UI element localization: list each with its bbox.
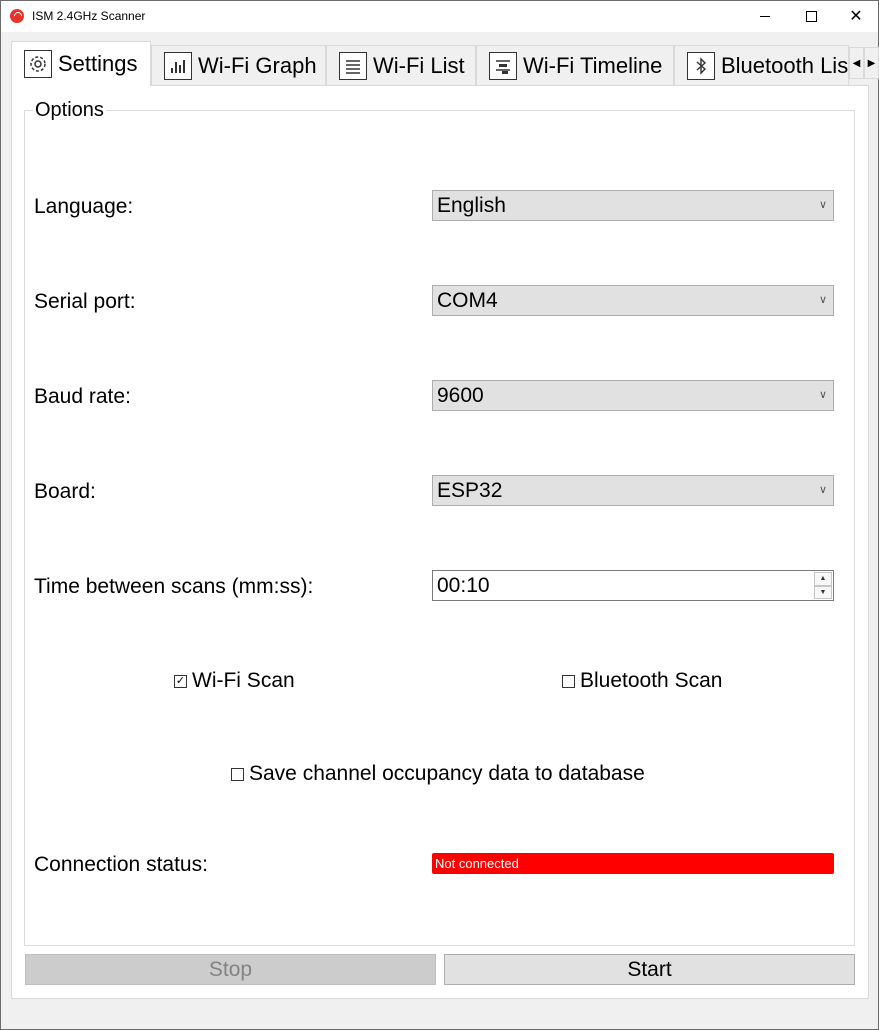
app-window: ISM 2.4GHz Scanner ✕ Settings Wi-Fi Grap… [0, 0, 879, 1030]
tab-label: Wi-Fi Graph [198, 52, 317, 78]
spin-down-button[interactable]: ▼ [814, 585, 832, 599]
chevron-down-icon: ∨ [818, 484, 827, 496]
tab-wifi-graph[interactable]: Wi-Fi Graph [151, 45, 326, 85]
stop-button[interactable]: Stop [25, 954, 436, 985]
tab-scroll-right-button[interactable]: ▶ [864, 47, 879, 79]
board-label: Board: [34, 480, 96, 503]
chevron-down-icon: ∨ [818, 389, 827, 401]
language-label: Language: [34, 195, 134, 218]
board-select[interactable]: ESP32 ∨ [432, 475, 834, 506]
close-icon: ✕ [849, 7, 863, 25]
checkbox-box [562, 674, 575, 688]
title-bar: ISM 2.4GHz Scanner ✕ [1, 1, 878, 32]
bluetooth-scan-label: Bluetooth Scan [580, 669, 723, 692]
chevron-down-icon: ∨ [818, 294, 827, 306]
baud-rate-value: 9600 [437, 384, 484, 407]
settings-panel: Options Language: English ∨ Serial port:… [11, 85, 869, 999]
wifi-scan-label: Wi-Fi Scan [192, 669, 295, 692]
board-value: ESP32 [437, 479, 503, 502]
bar-chart-icon [164, 51, 192, 80]
baud-rate-label: Baud rate: [34, 385, 131, 408]
tab-bluetooth-list[interactable]: Bluetooth Lis [674, 45, 849, 85]
minimize-button[interactable] [742, 1, 788, 32]
tab-label: Bluetooth Lis [721, 52, 849, 78]
options-group: Options [24, 99, 855, 946]
tab-strip: Settings Wi-Fi Graph Wi-Fi List Wi-Fi Ti… [11, 41, 879, 86]
save-db-checkbox[interactable]: Save channel occupancy data to database [231, 762, 645, 786]
wifi-scan-checkbox[interactable]: ✓ Wi-Fi Scan [174, 669, 295, 693]
language-select[interactable]: English ∨ [432, 190, 834, 221]
timeline-icon [489, 51, 517, 80]
bluetooth-scan-checkbox[interactable]: Bluetooth Scan [562, 669, 722, 693]
tab-settings[interactable]: Settings [11, 41, 151, 86]
maximize-button[interactable] [788, 1, 834, 32]
tab-scroll-buttons: ◀ ▶ [849, 47, 879, 79]
serial-port-select[interactable]: COM4 ∨ [432, 285, 834, 316]
options-title: Options [33, 99, 106, 122]
window-title: ISM 2.4GHz Scanner [32, 9, 146, 23]
tab-wifi-timeline[interactable]: Wi-Fi Timeline [476, 45, 674, 85]
serial-port-value: COM4 [437, 289, 498, 312]
save-db-label: Save channel occupancy data to database [249, 762, 645, 785]
gear-icon [24, 50, 52, 78]
language-value: English [437, 194, 506, 217]
tab-label: Settings [58, 51, 138, 76]
maximize-icon [805, 11, 817, 22]
start-button[interactable]: Start [444, 954, 855, 985]
tab-label: Wi-Fi Timeline [523, 52, 663, 78]
bluetooth-icon [687, 51, 715, 80]
checkbox-box [231, 767, 244, 781]
connection-status-label: Connection status: [34, 853, 208, 876]
wifi-app-icon [10, 9, 24, 23]
tab-wifi-list[interactable]: Wi-Fi List [326, 45, 476, 85]
tab-scroll-left-button[interactable]: ◀ [849, 47, 864, 79]
scan-interval-label: Time between scans (mm:ss): [34, 575, 314, 598]
baud-rate-select[interactable]: 9600 ∨ [432, 380, 834, 411]
connection-status-indicator: Not connected [432, 853, 834, 874]
close-button[interactable]: ✕ [833, 1, 879, 32]
scan-interval-stepper[interactable]: 00:10 ▲ ▼ [432, 570, 834, 601]
tab-label: Wi-Fi List [373, 52, 465, 78]
scan-interval-value: 00:10 [437, 574, 490, 597]
spin-up-button[interactable]: ▲ [814, 572, 832, 586]
checkmark-icon: ✓ [174, 674, 187, 688]
spin-buttons: ▲ ▼ [814, 572, 832, 599]
serial-port-label: Serial port: [34, 290, 136, 313]
chevron-down-icon: ∨ [818, 199, 827, 211]
list-icon [339, 51, 367, 80]
minimize-icon [760, 16, 770, 17]
